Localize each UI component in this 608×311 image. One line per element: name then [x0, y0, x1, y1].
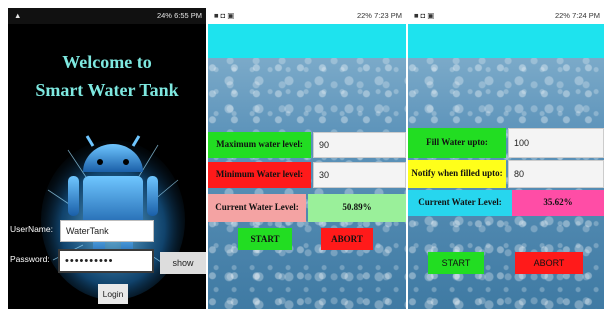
notification-icons: ■ ◘ ▣ [214, 11, 235, 20]
start-button[interactable]: START [428, 252, 484, 274]
welcome-title-line1: Welcome to [62, 52, 152, 72]
fill-control-screen: ■ ◘ ▣ 22% 7:24 PM Fill Water upto: 100 N… [408, 8, 604, 309]
header-bar [208, 24, 406, 58]
fill-upto-label: Fill Water upto: [408, 128, 506, 158]
header-bar [408, 24, 604, 58]
status-bar: ▲ 24% 6:55 PM [8, 8, 206, 24]
status-time: 22% 7:24 PM [554, 11, 600, 20]
show-password-button[interactable]: show [160, 252, 206, 274]
notify-label: Notify when filled upto: [408, 160, 506, 188]
fill-upto-input[interactable]: 100 [508, 128, 604, 158]
max-level-label: Maximum water level: [208, 132, 311, 158]
abort-button[interactable]: ABORT [515, 252, 583, 274]
current-level-value: 35.62% [512, 190, 604, 216]
status-bar: ■ ◘ ▣ 22% 7:23 PM [208, 8, 406, 24]
password-input[interactable]: •••••••••• [58, 249, 154, 273]
username-label: UserName: [10, 224, 53, 234]
notify-input[interactable]: 80 [508, 160, 604, 188]
level-control-screen: ■ ◘ ▣ 22% 7:23 PM Maximum water level: 9… [208, 8, 406, 309]
notification-icons: ■ ◘ ▣ [414, 11, 435, 20]
status-time: 22% 7:23 PM [356, 11, 402, 20]
abort-button[interactable]: ABORT [321, 228, 373, 250]
username-input[interactable]: WaterTank [60, 220, 154, 242]
current-level-label: Current Water Level: [408, 190, 512, 216]
status-bar: ■ ◘ ▣ 22% 7:24 PM [408, 8, 604, 24]
login-screen: ▲ 24% 6:55 PM Welcome to Smart Water Tan… [8, 8, 206, 309]
notification-icon: ▲ [14, 11, 22, 20]
max-level-input[interactable]: 90 [313, 132, 406, 158]
android-water-logo-icon [38, 110, 188, 305]
current-level-label: Current Water Level: [208, 194, 306, 222]
min-level-label: Minimum Water level: [208, 162, 311, 188]
login-button[interactable]: Login [98, 284, 128, 304]
current-level-value: 50.89% [308, 194, 406, 222]
password-label: Password: [10, 254, 50, 264]
start-button[interactable]: START [238, 228, 292, 250]
welcome-title-line2: Smart Water Tank [35, 80, 179, 100]
status-time: 24% 6:55 PM [156, 11, 202, 20]
min-level-input[interactable]: 30 [313, 162, 406, 188]
